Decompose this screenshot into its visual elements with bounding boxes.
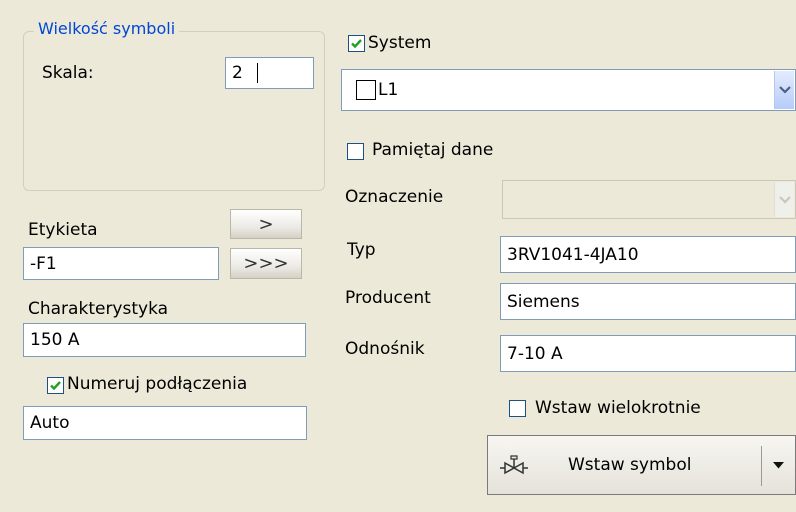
symbol-size-group <box>23 31 325 191</box>
insert-symbol-label: Wstaw symbol <box>568 455 692 475</box>
caret-down-icon <box>773 461 784 468</box>
wstaw-wielokrotnie-label: Wstaw wielokrotnie <box>535 398 701 418</box>
scale-value: 2 <box>232 63 243 83</box>
pamietaj-checkbox[interactable] <box>347 143 364 160</box>
system-checkbox[interactable] <box>348 35 365 52</box>
system-select[interactable]: L1 <box>341 69 796 111</box>
scale-input[interactable]: 2 <box>225 57 314 89</box>
odnosnik-value: 7-10 A <box>507 343 563 364</box>
oznaczenie-select[interactable] <box>502 180 796 219</box>
scale-label: Skala: <box>42 63 94 83</box>
valve-symbol-icon <box>500 455 528 475</box>
typ-label: Typ <box>347 240 376 260</box>
typ-input[interactable]: 3RV1041-4JA10 <box>500 236 796 273</box>
producent-value: Siemens <box>507 291 580 312</box>
pamietaj-label: Pamiętaj dane <box>372 140 494 160</box>
system-dropdown-button[interactable] <box>774 71 794 109</box>
text-caret <box>257 63 258 83</box>
producent-input[interactable]: Siemens <box>500 283 796 320</box>
color-swatch <box>356 80 376 100</box>
wstaw-wielokrotnie-checkbox[interactable] <box>509 400 526 417</box>
numeruj-checkbox[interactable] <box>47 377 64 394</box>
symbol-size-title: Wielkość symboli <box>34 19 180 38</box>
system-selected-value: L1 <box>378 80 399 100</box>
next-number-button[interactable]: > <box>230 209 302 239</box>
odnosnik-input[interactable]: 7-10 A <box>500 335 796 372</box>
oznaczenie-label: Oznaczenie <box>345 187 444 207</box>
insert-options-dropdown[interactable] <box>762 436 795 494</box>
all-numbers-button[interactable]: >>> <box>230 248 302 279</box>
etykieta-input[interactable]: -F1 <box>23 247 219 280</box>
numeruj-value: Auto <box>30 413 70 433</box>
chevron-down-icon <box>778 86 791 94</box>
typ-value: 3RV1041-4JA10 <box>507 244 639 265</box>
system-label: System <box>368 33 432 53</box>
chevron-down-icon <box>778 195 791 204</box>
charakterystyka-value: 150 A <box>30 330 80 350</box>
insert-symbol-button[interactable]: Wstaw symbol <box>487 435 796 495</box>
odnosnik-label: Odnośnik <box>345 339 425 359</box>
numeruj-label: Numeruj podłączenia <box>67 374 248 394</box>
charakterystyka-input[interactable]: 150 A <box>23 323 306 357</box>
charakterystyka-label: Charakterystyka <box>28 299 169 319</box>
etykieta-label: Etykieta <box>28 220 98 240</box>
checkmark-icon <box>50 381 61 391</box>
etykieta-value: -F1 <box>30 253 57 274</box>
oznaczenie-dropdown-button[interactable] <box>774 182 794 217</box>
checkmark-icon <box>351 39 362 49</box>
numeruj-input[interactable]: Auto <box>23 406 307 440</box>
producent-label: Producent <box>345 288 431 308</box>
